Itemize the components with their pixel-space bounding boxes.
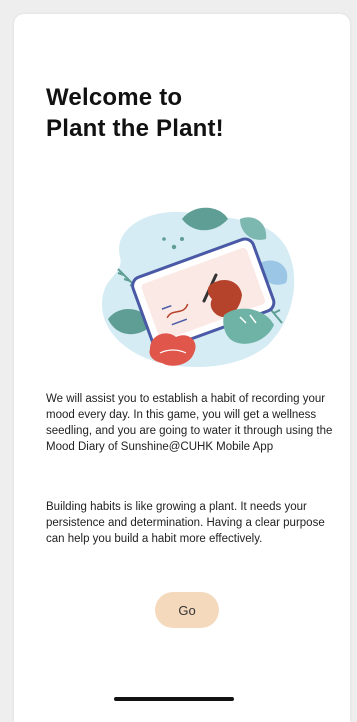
- page-title: Welcome to Plant the Plant!: [46, 82, 224, 144]
- title-line-1: Welcome to: [46, 84, 183, 111]
- writing-on-tablet-illustration: [101, 207, 295, 368]
- intro-paragraph: We will assist you to establish a habit …: [46, 393, 333, 453]
- go-button[interactable]: Go: [155, 592, 219, 628]
- habit-paragraph: Building habits is like growing a plant.…: [46, 501, 325, 545]
- welcome-card: Welcome to Plant the Plant! We will assi…: [14, 14, 350, 722]
- home-indicator: [114, 697, 234, 701]
- title-line-2: Plant the Plant!: [46, 115, 224, 142]
